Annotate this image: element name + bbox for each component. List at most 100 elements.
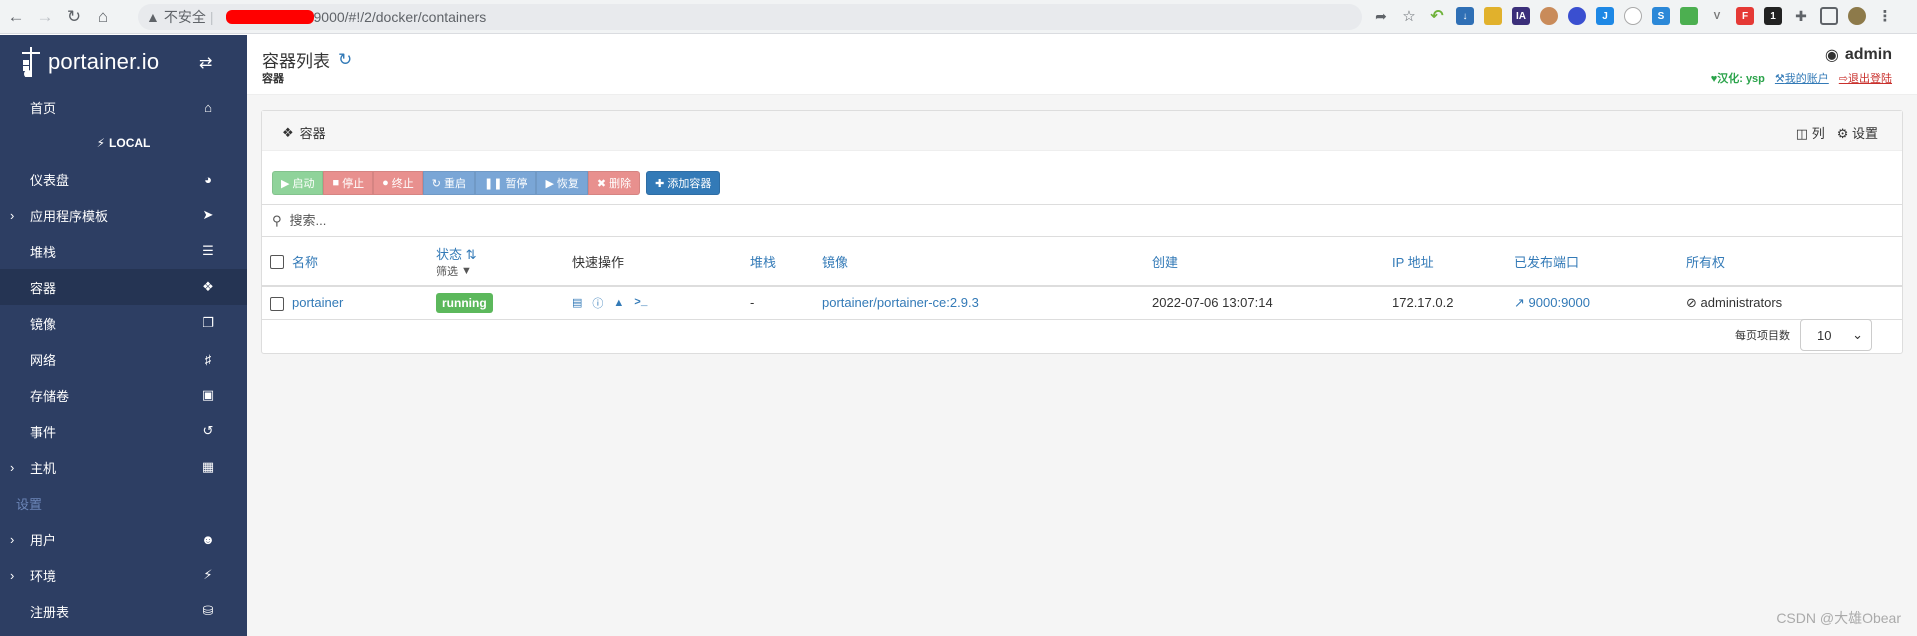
stats-icon[interactable]: ▲ [613, 297, 624, 309]
info-icon[interactable]: ⓘ [592, 295, 603, 311]
sidebar-item-host[interactable]: › 主机 ▦ [0, 449, 247, 485]
logs-icon[interactable]: ▤ [572, 296, 582, 309]
insecure-indicator[interactable]: ▲ 不安全 | [146, 7, 214, 27]
ia-extension-icon[interactable]: IA [1512, 7, 1530, 25]
search-icon: ⚲ [272, 212, 282, 228]
action-buttons: ▶ 启动 ■ 停止 ● 终止 ↻ 重启 ❚❚ 暂停 ▶ 恢复 ✖ 删除 ✚ 添加容器 [272, 171, 721, 195]
image-link[interactable]: portainer/portainer-ce:2.9.3 [822, 295, 979, 310]
badge-extension-icon[interactable]: 1 [1764, 7, 1782, 25]
redacted-host [225, 10, 314, 24]
forward-icon[interactable]: → [32, 4, 58, 30]
home-icon[interactable]: ⌂ [90, 4, 116, 30]
bookmark-star-icon[interactable]: ☆ [1400, 7, 1418, 25]
sidebar-item-stacks[interactable]: 堆栈 ☰ [0, 233, 247, 269]
undo-extension-icon[interactable]: ↶ [1428, 7, 1446, 25]
sitemap-icon: ♯ [204, 351, 212, 367]
stop-icon: ■ [332, 177, 340, 189]
crane-icon [22, 47, 40, 77]
avatar-extension-icon[interactable] [1540, 7, 1558, 25]
red-extension-icon[interactable]: F [1736, 7, 1754, 25]
restart-button[interactable]: ↻ 重启 [422, 171, 475, 195]
sidebar-item-environments[interactable]: › 环境 ⚡ [0, 557, 247, 593]
sidebar-item-events[interactable]: 事件 ↺ [0, 413, 247, 449]
header-ip[interactable]: IP 地址 [1392, 238, 1514, 287]
circle-extension-icon[interactable] [1624, 7, 1642, 25]
sidebar-item-images[interactable]: 镜像 ❐ [0, 305, 247, 341]
sign-out-icon: ⇨ [1838, 73, 1848, 85]
kill-button[interactable]: ● 终止 [373, 171, 423, 195]
my-account-link[interactable]: ⚒我的账户 [1775, 70, 1829, 86]
play-icon: ▶ [281, 177, 290, 190]
items-per-page-select[interactable]: 10 ⌄ [1800, 319, 1872, 351]
add-container-button[interactable]: ✚ 添加容器 [646, 171, 721, 195]
back-icon[interactable]: ← [3, 4, 29, 30]
sidebar-item-networks[interactable]: 网络 ♯ [0, 341, 247, 377]
sidebar-item-home[interactable]: 首页 ⌂ [0, 89, 247, 125]
resume-button[interactable]: ▶ 恢复 [536, 171, 588, 195]
sidepanel-icon[interactable] [1820, 7, 1838, 25]
green-extension-icon[interactable] [1680, 7, 1698, 25]
header-created[interactable]: 创建 [1152, 238, 1392, 287]
puzzle-icon[interactable]: ✚ [1792, 7, 1810, 25]
sidebar-item-containers[interactable]: 容器 ❖ [0, 269, 247, 305]
sidebar-item-users[interactable]: › 用户 ☻ [0, 521, 247, 557]
stop-button[interactable]: ■ 停止 [323, 171, 374, 195]
header-name[interactable]: 名称 [292, 238, 436, 287]
remove-button[interactable]: ✖ 删除 [587, 171, 641, 195]
start-button[interactable]: ▶ 启动 [272, 171, 324, 195]
play-icon: ▶ [545, 177, 554, 190]
folder-extension-icon[interactable] [1484, 7, 1502, 25]
menu-kebab-icon[interactable]: ⋮ [1876, 7, 1894, 25]
blue-drop-extension-icon[interactable] [1568, 7, 1586, 25]
j-extension-icon[interactable]: J [1596, 7, 1614, 25]
columns-icon: ◫ [1795, 126, 1809, 141]
columns-button[interactable]: ◫ 列 [1796, 123, 1825, 142]
s-extension-icon[interactable]: S [1652, 7, 1670, 25]
trash-icon: ✖ [596, 177, 607, 190]
sidebar-item-registries[interactable]: 注册表 ⛁ [0, 593, 247, 629]
clone-icon: ❐ [202, 315, 214, 330]
eye-slash-icon: ⊘ [1686, 294, 1697, 310]
header-ports[interactable]: 已发布端口 [1514, 238, 1686, 287]
refresh-icon[interactable]: ↻ [338, 50, 352, 70]
browser-toolbar: ← → ↻ ⌂ ▲ 不安全 | 9000/#!/2/docker/contain… [0, 0, 1917, 34]
gear-icon: ⚙ [1836, 126, 1849, 141]
header-image[interactable]: 镜像 [822, 238, 1152, 287]
sidebar-section-settings: 设置 [16, 496, 43, 512]
console-icon[interactable]: >_ [634, 297, 647, 309]
pause-button[interactable]: ❚❚ 暂停 [475, 171, 537, 195]
sidebar-item-volumes[interactable]: 存储卷 ▣ [0, 377, 247, 413]
header-stack[interactable]: 堆栈 [750, 238, 822, 287]
row-checkbox[interactable] [270, 296, 284, 311]
chevron-right-icon: › [10, 459, 15, 475]
sidebar-item-dashboard[interactable]: 仪表盘 ◕ [0, 161, 247, 197]
profile-avatar-icon[interactable] [1848, 7, 1866, 25]
reload-icon[interactable]: ↻ [61, 4, 87, 30]
container-name-link[interactable]: portainer [292, 295, 343, 310]
v-extension-icon[interactable]: V [1708, 7, 1726, 25]
sidebar-item-app-templates[interactable]: › 应用程序模板 ➤ [0, 197, 247, 233]
settings-button[interactable]: ⚙ 设置 [1837, 123, 1878, 142]
brand[interactable]: portainer.io ⇄ [0, 35, 247, 89]
header-ownership[interactable]: 所有权 [1686, 238, 1902, 287]
address-bar[interactable]: ▲ 不安全 | 9000/#!/2/docker/containers [138, 4, 1362, 30]
select-all-checkbox[interactable] [270, 255, 284, 270]
download-extension-icon[interactable]: ↓ [1456, 7, 1474, 25]
widget-tools: ◫ 列 ⚙ 设置 [1796, 123, 1878, 142]
status-filter[interactable]: 筛选 ▼ [436, 263, 572, 279]
header-quick-actions: 快速操作 [572, 238, 750, 287]
quick-actions: ▤ ⓘ ▲ >_ [572, 295, 750, 311]
widget-header: ❖ 容器 ◫ 列 ⚙ 设置 [262, 111, 1902, 151]
cubes-icon: ❖ [282, 124, 294, 140]
header-status[interactable]: 状态 ⇅ [436, 244, 572, 263]
logout-link[interactable]: ⇨退出登陆 [1839, 70, 1892, 86]
widget-title: ❖ 容器 [282, 124, 326, 142]
search-input[interactable] [289, 213, 690, 228]
share-icon[interactable]: ➦ [1372, 7, 1390, 25]
port-link[interactable]: ↗ 9000:9000 [1514, 295, 1590, 310]
hdd-icon: ▣ [201, 387, 215, 402]
home-icon: ⌂ [204, 99, 212, 115]
plug-icon: ⚡ [203, 567, 213, 582]
watermark: CSDN @大雄Obear [1776, 610, 1901, 626]
sidebar-toggle-icon[interactable]: ⇄ [199, 53, 212, 73]
